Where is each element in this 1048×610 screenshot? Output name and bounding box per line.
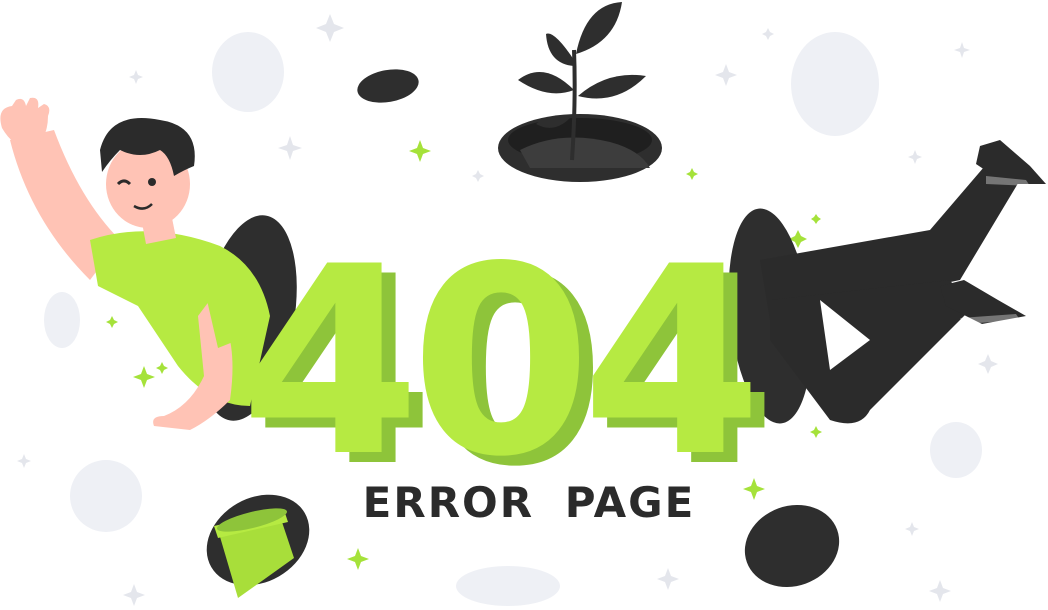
sparkle-icon — [472, 170, 484, 182]
bg-cloud — [456, 566, 560, 606]
bg-cloud — [930, 422, 982, 478]
sparkle-icon — [409, 140, 431, 162]
floating-blob — [357, 69, 419, 103]
sparkle-icon — [278, 136, 302, 160]
sparkle-icon — [686, 168, 698, 180]
error-code: 404 — [240, 212, 753, 514]
error-caption: ERROR PAGE — [362, 478, 696, 527]
sparkle-icon — [316, 14, 344, 42]
sparkle-icon — [106, 316, 118, 328]
sparkle-icon — [156, 362, 168, 374]
boy-character — [0, 97, 270, 430]
error-404-page: 404 404 ERROR PAGE — [0, 0, 1048, 610]
sparkle-icon — [954, 42, 970, 58]
sparkle-icon — [810, 426, 822, 438]
bg-cloud — [791, 32, 879, 136]
sparkle-icon — [123, 584, 145, 606]
sparkle-icon — [762, 28, 774, 40]
plant-hole — [498, 2, 662, 182]
legs-character — [760, 140, 1046, 424]
sparkle-icon — [347, 548, 369, 570]
sparkle-icon — [978, 354, 998, 374]
sparkle-icon — [908, 150, 922, 164]
sparkle-icon — [133, 366, 155, 388]
sparkle-icon — [129, 70, 143, 84]
bg-cloud — [212, 32, 284, 112]
sparkle-icon — [17, 454, 31, 468]
sparkle-icon — [929, 580, 951, 602]
bg-cloud — [44, 292, 80, 348]
sparkle-icon — [715, 64, 737, 86]
sparkle-icon — [657, 568, 679, 590]
boy-eye — [148, 178, 156, 186]
sparkle-icon — [811, 214, 821, 224]
